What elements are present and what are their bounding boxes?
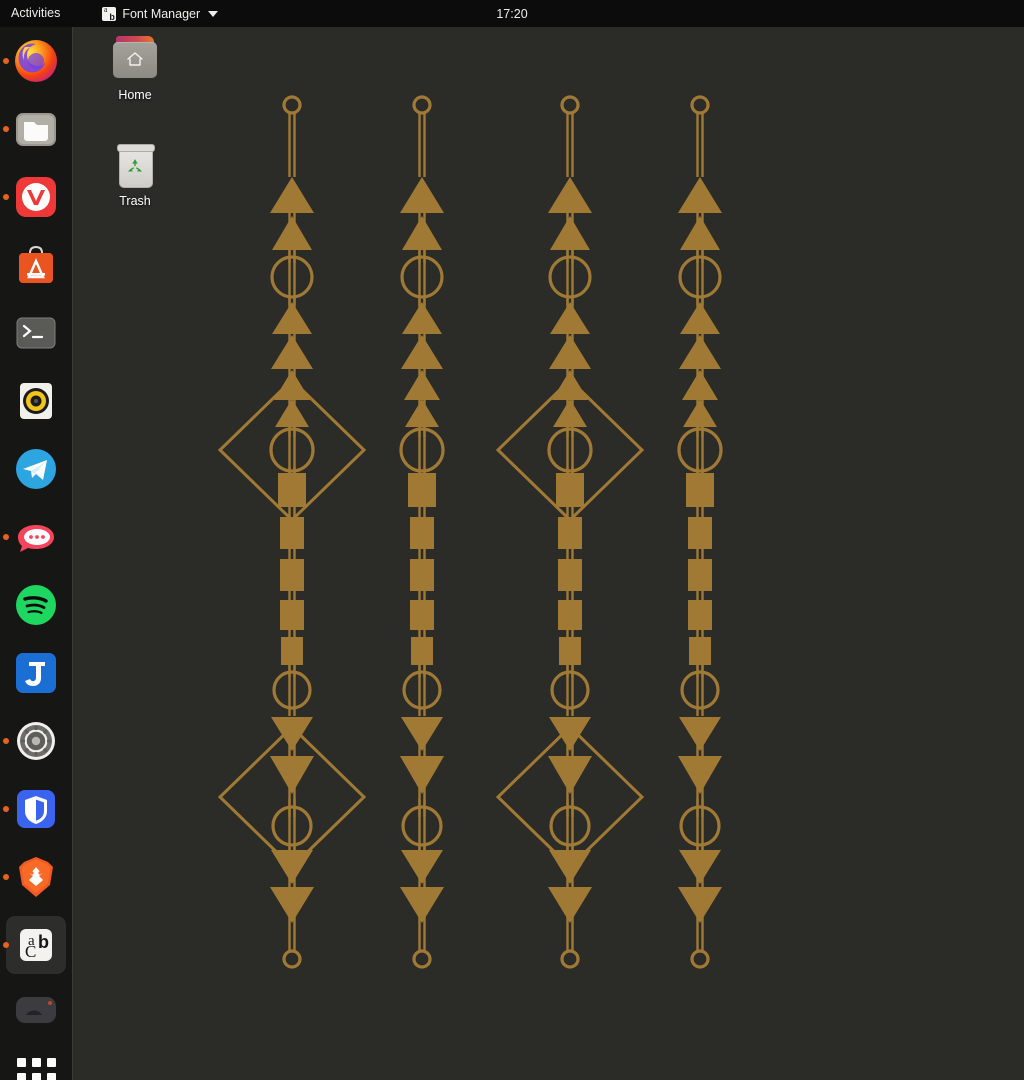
house-glyph-icon <box>127 52 143 66</box>
app-menu-button[interactable]: Font Manager <box>94 0 226 27</box>
running-indicator-dot <box>3 126 9 132</box>
app-grid-icon <box>16 1057 56 1080</box>
running-indicator-dot <box>3 194 9 200</box>
software-bag-icon <box>19 245 53 283</box>
vivaldi-icon <box>16 177 56 217</box>
running-indicator-dot <box>3 738 9 744</box>
dock: a b C <box>0 27 73 1080</box>
clock-label: 17:20 <box>496 6 528 21</box>
dock-item-settings[interactable] <box>0 707 72 775</box>
dock-item-ubuntu-software[interactable] <box>0 231 72 299</box>
shield-icon <box>17 790 55 828</box>
top-bar: Activities Font Manager 17:20 <box>0 0 1024 27</box>
dock-item-vivaldi[interactable] <box>0 163 72 231</box>
dock-item-joplin[interactable] <box>0 639 72 707</box>
dock-item-spotify[interactable] <box>0 571 72 639</box>
dock-item-unknown-app[interactable] <box>0 979 72 1047</box>
show-applications-button[interactable] <box>0 1047 72 1080</box>
brave-lion-icon <box>19 857 53 897</box>
running-indicator-dot <box>3 58 9 64</box>
spotify-icon <box>16 585 56 625</box>
gear-icon <box>17 722 55 760</box>
desktop-icon-label: Trash <box>119 194 151 208</box>
running-indicator-dot <box>3 942 9 948</box>
rounded-dark-icon <box>16 997 56 1023</box>
desktop-icon-trash[interactable]: Trash <box>92 140 178 208</box>
trash-icon <box>110 140 160 188</box>
activities-button[interactable]: Activities <box>0 0 70 27</box>
recycle-glyph-icon <box>127 159 143 172</box>
font-manager-icon: a b C <box>20 929 52 961</box>
dock-item-bitwarden[interactable] <box>0 775 72 843</box>
glyph-column-3 <box>677 95 723 969</box>
running-indicator-dot <box>3 534 9 540</box>
svg-text:b: b <box>38 932 49 952</box>
dock-item-rhythmbox[interactable] <box>0 367 72 435</box>
dock-item-font-manager[interactable]: a b C <box>0 911 72 979</box>
dock-item-files[interactable] <box>0 95 72 163</box>
desktop-icon-label: Home <box>118 88 152 102</box>
rhythmbox-icon <box>20 383 52 419</box>
svg-text:C: C <box>25 942 36 961</box>
font-preview-area <box>72 27 1024 1080</box>
files-folder-icon <box>16 113 56 146</box>
folder-home-icon <box>110 34 160 82</box>
rocketchat-icon <box>18 525 54 552</box>
desktop-screen: Home Trash a b C Activities a b Font Man… <box>0 0 1024 1080</box>
dock-item-telegram[interactable] <box>0 435 72 503</box>
dock-item-firefox[interactable] <box>0 27 72 95</box>
font-manager-icon <box>102 6 117 21</box>
joplin-icon <box>16 653 56 693</box>
dock-item-rocketchat[interactable] <box>0 503 72 571</box>
running-indicator-dot <box>3 874 9 880</box>
dock-item-terminal[interactable] <box>0 299 72 367</box>
desktop-icon-home[interactable]: Home <box>92 34 178 102</box>
running-indicator-dot <box>3 806 9 812</box>
dock-item-brave[interactable] <box>0 843 72 911</box>
app-menu-label: Font Manager <box>122 6 201 21</box>
telegram-icon <box>16 449 56 489</box>
chevron-down-icon <box>208 10 219 17</box>
terminal-icon <box>16 317 56 349</box>
firefox-icon <box>15 40 57 82</box>
